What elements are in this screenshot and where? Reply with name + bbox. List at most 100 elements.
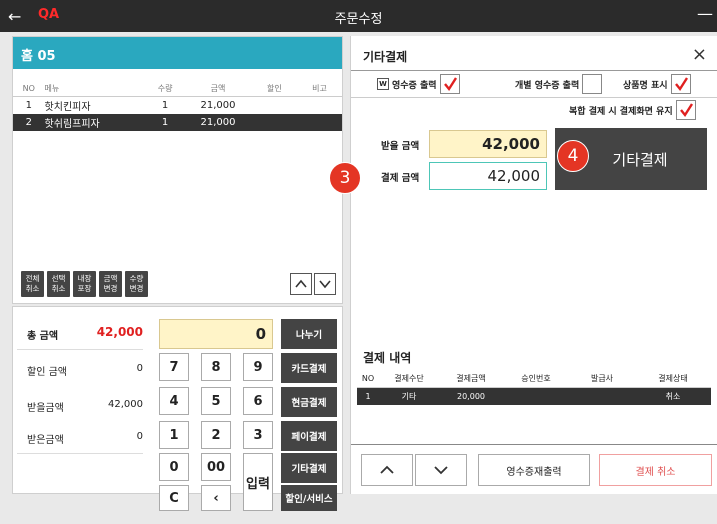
table-name-bar: 홈 05	[13, 37, 342, 69]
col-discount: 할인	[251, 81, 297, 97]
row-no: 1	[25, 100, 32, 111]
title-bar: ← QA 주문수정 —	[0, 0, 717, 32]
key-clear[interactable]: C	[159, 485, 189, 511]
order-table-header: NO 메뉴 수량 금액 할인 비고	[13, 81, 342, 97]
individual-receipt-option[interactable]: 개별 영수증 출력	[515, 74, 603, 94]
discount-service-button[interactable]: 할인/서비스	[281, 485, 337, 511]
checkmark-icon	[679, 103, 693, 118]
chevron-down-icon	[319, 280, 331, 289]
change-qty-line2: 변경	[129, 284, 144, 293]
keep-screen-option[interactable]: 복합 결제 시 결제화면 유지	[569, 100, 696, 120]
divider	[351, 444, 717, 445]
row-discount	[251, 114, 297, 131]
key-7[interactable]: 7	[159, 353, 189, 381]
cancel-payment-button[interactable]: 결제 취소	[599, 454, 712, 486]
col-no: NO	[357, 370, 379, 388]
cancel-all-button[interactable]: 전체 취소	[21, 271, 44, 297]
history-method: 기타	[379, 387, 439, 405]
scroll-up-button[interactable]	[290, 273, 312, 295]
discount-amount-row: 할인 금액 0	[17, 351, 147, 387]
change-amount-line2: 변경	[103, 284, 118, 293]
divider	[17, 453, 143, 454]
pay-payment-button[interactable]: 페이결제	[281, 421, 337, 451]
receipt-print-checkbox[interactable]	[439, 74, 460, 94]
divider	[351, 97, 717, 98]
table-row[interactable]: 1 핫치킨피자 1 21,000	[13, 97, 342, 115]
cancel-all-line1: 전체	[25, 274, 40, 283]
change-amount-line1: 금액	[103, 274, 118, 283]
chevron-up-icon	[380, 465, 394, 474]
key-00[interactable]: 00	[201, 453, 231, 481]
other-payment-panel: 기타결제 × W 영수증 출력 개별 영수증 출력 상품명 표시 복합 결제 시…	[329, 36, 717, 494]
cancel-selected-line2: 취소	[51, 284, 66, 293]
divider	[351, 70, 717, 71]
col-amount: 금액	[184, 81, 252, 97]
history-row[interactable]: 1 기타 20,000 취소	[357, 387, 711, 405]
key-8[interactable]: 8	[201, 353, 231, 381]
key-2[interactable]: 2	[201, 421, 231, 449]
change-amount-button[interactable]: 금액 변경	[99, 271, 122, 297]
col-method: 결제수단	[379, 370, 439, 388]
order-panel: 홈 05 NO 메뉴 수량 금액 할인 비고 1 핫치킨피자 1 21,000	[12, 36, 343, 304]
total-label: 총 금액	[27, 331, 59, 342]
row-no: 2	[13, 114, 45, 131]
receipt-print-label: 영수증 출력	[392, 80, 437, 91]
product-name-label: 상품명 표시	[623, 80, 668, 91]
minimize-icon[interactable]: —	[697, 4, 713, 23]
col-amount: 결제금액	[439, 370, 503, 388]
key-5[interactable]: 5	[201, 387, 231, 415]
row-amount: 21,000	[184, 114, 252, 131]
cancel-selected-button[interactable]: 선택 취소	[47, 271, 70, 297]
keep-screen-checkbox[interactable]	[675, 100, 696, 120]
col-approval: 승인번호	[503, 370, 569, 388]
dinein-takeout-button[interactable]: 내장 포장	[73, 271, 96, 297]
other-payment-button[interactable]: 기타결제	[281, 453, 337, 483]
col-issuer: 발급사	[569, 370, 635, 388]
individual-receipt-checkbox[interactable]	[582, 74, 603, 94]
history-up-button[interactable]	[361, 454, 413, 486]
col-qty: 수량	[145, 81, 185, 97]
history-down-button[interactable]	[415, 454, 467, 486]
card-payment-button[interactable]: 카드결제	[281, 353, 337, 383]
panel-title: 기타결제	[363, 50, 408, 64]
received-label: 받은금액	[27, 435, 64, 446]
cash-payment-button[interactable]: 현금결제	[281, 387, 337, 417]
product-name-checkbox[interactable]	[670, 74, 691, 94]
history-header: NO 결제수단 결제금액 승인번호 발급사 결제상태	[357, 370, 711, 388]
key-9[interactable]: 9	[243, 353, 273, 381]
split-button[interactable]: 나누기	[281, 319, 337, 349]
order-scroll-buttons	[290, 273, 336, 295]
received-value: 0	[136, 431, 143, 442]
payment-amount-input[interactable]: 42,000	[429, 162, 547, 190]
row-menu: 핫치킨피자	[44, 102, 91, 113]
enter-button[interactable]: 입력	[243, 453, 273, 511]
due-label: 받을금액	[27, 403, 64, 414]
row-amount: 21,000	[200, 100, 236, 111]
history-amount: 20,000	[439, 387, 503, 405]
keep-screen-label: 복합 결제 시 결제화면 유지	[569, 106, 673, 117]
key-6[interactable]: 6	[243, 387, 273, 415]
receipt-print-option[interactable]: W 영수증 출력	[377, 74, 460, 94]
scroll-down-button[interactable]	[314, 273, 336, 295]
close-icon[interactable]: ×	[692, 44, 707, 65]
checkmark-icon	[443, 77, 457, 92]
due-amount-row: 받을금액 42,000	[17, 387, 147, 423]
row-qty: 1	[145, 114, 185, 131]
key-1[interactable]: 1	[159, 421, 189, 449]
row-menu: 핫쉬림프피자	[44, 114, 146, 131]
table-row[interactable]: 2 핫쉬림프피자 1 21,000	[13, 114, 342, 131]
history-status: 취소	[635, 387, 711, 405]
receipt-icon: W	[377, 78, 389, 90]
checkmark-icon	[674, 77, 688, 92]
key-3[interactable]: 3	[243, 421, 273, 449]
col-note: 비고	[296, 81, 342, 97]
key-4[interactable]: 4	[159, 387, 189, 415]
row-note	[296, 114, 342, 131]
col-status: 결제상태	[635, 370, 711, 388]
reprint-receipt-button[interactable]: 영수증재출력	[478, 454, 590, 486]
history-approval	[503, 387, 569, 405]
product-name-option[interactable]: 상품명 표시	[623, 74, 691, 94]
key-backspace[interactable]: ‹	[201, 485, 231, 511]
key-0[interactable]: 0	[159, 453, 189, 481]
change-qty-button[interactable]: 수량 변경	[125, 271, 148, 297]
